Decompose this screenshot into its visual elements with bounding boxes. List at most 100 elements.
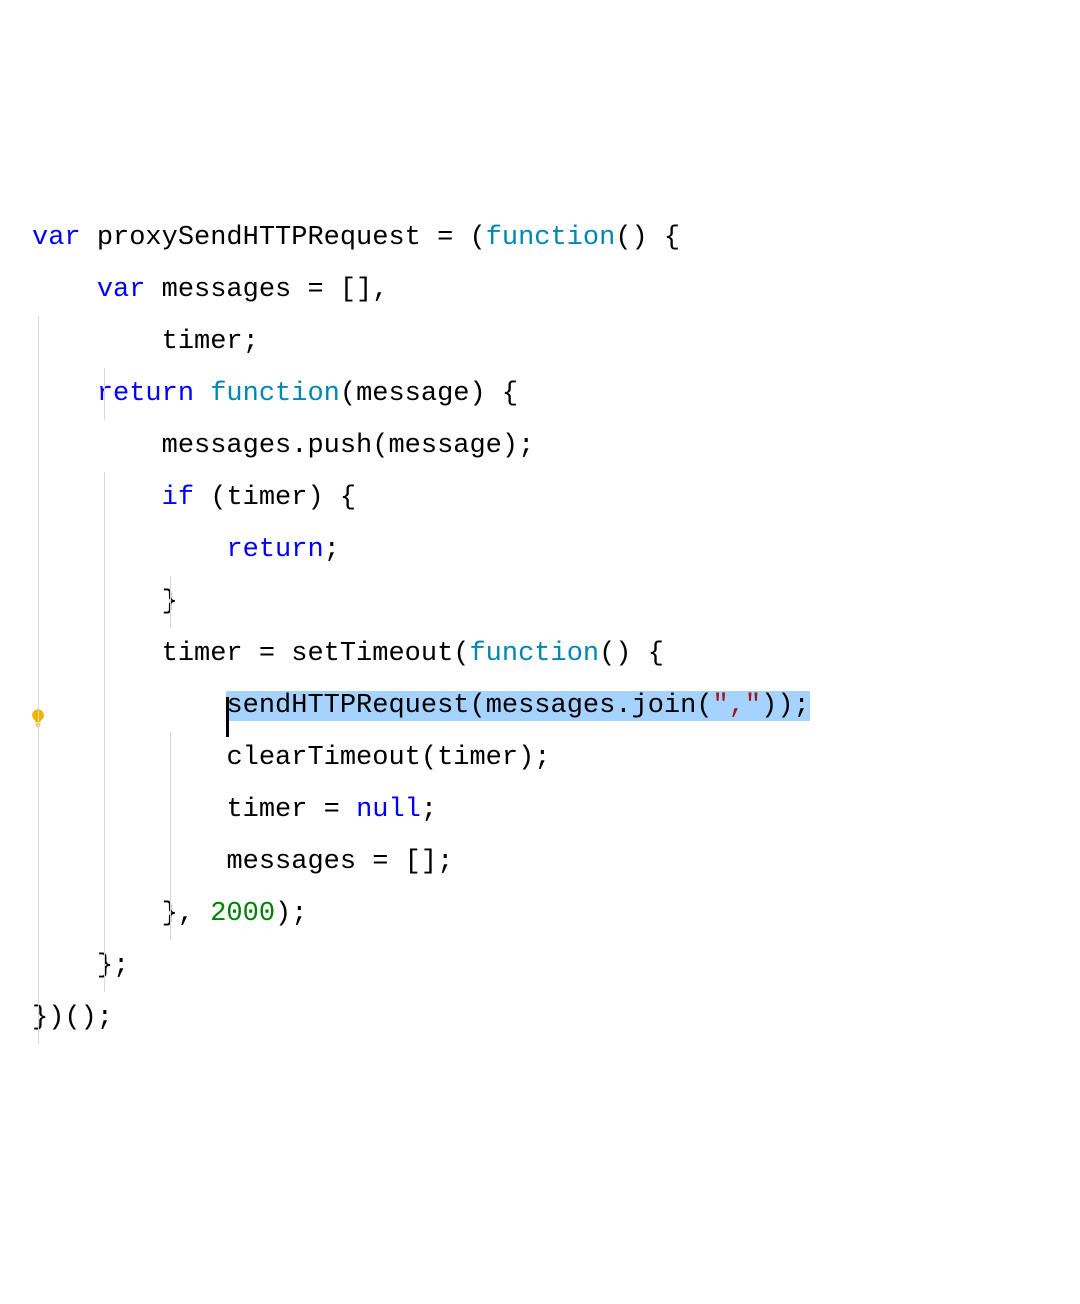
code-line[interactable]: timer; <box>18 316 810 368</box>
selection: sendHTTPRequest(messages.join(",")); <box>226 691 809 721</box>
token-pn: ( <box>372 431 388 461</box>
code-line[interactable]: })(); <box>18 992 810 1044</box>
indent-space <box>32 587 162 617</box>
token-str: "," <box>713 691 762 721</box>
token-id: message <box>356 379 469 409</box>
indent-guide <box>170 576 171 628</box>
code-line[interactable]: timer = null; <box>18 784 810 836</box>
indent-space <box>32 951 97 981</box>
code-area[interactable]: var proxySendHTTPRequest = (function() {… <box>18 212 810 1044</box>
indent-space <box>32 379 97 409</box>
token-pn <box>307 795 323 825</box>
text-caret <box>226 697 229 737</box>
indent-space <box>32 483 162 513</box>
indent-guide <box>104 628 105 680</box>
token-pn <box>194 899 210 929</box>
token-pn: ; <box>324 535 340 565</box>
indent-guide <box>38 316 39 368</box>
indent-space <box>32 327 162 357</box>
token-pn: ); <box>275 899 307 929</box>
indent-guide <box>38 368 39 420</box>
indent-guide <box>38 420 39 472</box>
token-pn <box>291 275 307 305</box>
code-line[interactable]: messages = []; <box>18 836 810 888</box>
indent-space <box>32 431 162 461</box>
token-id: message <box>388 431 501 461</box>
indent-guide <box>104 888 105 940</box>
token-pn: ( <box>340 379 356 409</box>
code-line[interactable]: }; <box>18 940 810 992</box>
token-pn: )); <box>761 691 810 721</box>
code-line[interactable]: } <box>18 576 810 628</box>
token-pn: ( <box>469 223 485 253</box>
token-id: clearTimeout <box>226 743 420 773</box>
token-id: messages <box>486 691 616 721</box>
token-id: sendHTTPRequest <box>226 691 469 721</box>
token-pn <box>632 639 648 669</box>
indent-guide <box>170 784 171 836</box>
code-line[interactable]: var messages = [], <box>18 264 810 316</box>
token-pn <box>486 379 502 409</box>
indent-guide <box>104 576 105 628</box>
token-pn: { <box>648 639 664 669</box>
token-id: proxySendHTTPRequest <box>97 223 421 253</box>
code-editor[interactable]: var proxySendHTTPRequest = (function() {… <box>0 212 1080 1044</box>
code-line[interactable]: var proxySendHTTPRequest = (function() { <box>18 212 810 264</box>
indent-guide <box>38 576 39 628</box>
token-pn: ); <box>502 431 534 461</box>
indent-guide <box>38 524 39 576</box>
token-id: timer <box>437 743 518 773</box>
code-line[interactable]: clearTimeout(timer); <box>18 732 810 784</box>
indent-guide <box>104 732 105 784</box>
token-pn: { <box>340 483 356 513</box>
token-id: push <box>307 431 372 461</box>
indent-guide <box>104 368 105 420</box>
indent-space <box>32 275 97 305</box>
code-line[interactable]: if (timer) { <box>18 472 810 524</box>
code-line[interactable]: sendHTTPRequest(messages.join(",")); <box>18 680 810 732</box>
token-pn: }, <box>162 899 194 929</box>
token-num: 2000 <box>210 899 275 929</box>
token-pn: { <box>664 223 680 253</box>
indent-guide <box>38 940 39 992</box>
token-pn <box>648 223 664 253</box>
code-line[interactable]: return; <box>18 524 810 576</box>
indent-guide <box>104 524 105 576</box>
indent-space <box>32 535 226 565</box>
token-kw: var <box>32 223 81 253</box>
token-pn: ; <box>421 795 437 825</box>
token-pn: ; <box>243 327 259 357</box>
token-kw: return <box>226 535 323 565</box>
indent-guide <box>38 992 39 1044</box>
indent-space <box>32 639 162 669</box>
token-pn: = <box>437 223 453 253</box>
indent-space <box>32 691 226 721</box>
token-pn <box>324 275 340 305</box>
token-id: join <box>632 691 697 721</box>
token-pn <box>388 847 404 877</box>
indent-guide <box>38 836 39 888</box>
token-pn: () <box>615 223 647 253</box>
indent-guide <box>104 940 105 992</box>
code-line[interactable]: return function(message) { <box>18 368 810 420</box>
token-pn <box>356 847 372 877</box>
token-pn: ( <box>469 691 485 721</box>
token-id: setTimeout <box>291 639 453 669</box>
token-pn: [], <box>340 275 389 305</box>
token-pn: = <box>372 847 388 877</box>
indent-guide <box>104 836 105 888</box>
token-id: messages <box>162 275 292 305</box>
code-line[interactable]: }, 2000); <box>18 888 810 940</box>
indent-guide <box>170 836 171 888</box>
indent-guide <box>38 472 39 524</box>
code-line[interactable]: messages.push(message); <box>18 420 810 472</box>
indent-guide <box>38 784 39 836</box>
token-pn <box>324 483 340 513</box>
indent-guide <box>170 888 171 940</box>
token-pn: ); <box>518 743 550 773</box>
code-line[interactable]: timer = setTimeout(function() { <box>18 628 810 680</box>
token-pn <box>243 639 259 669</box>
token-pn: { <box>502 379 518 409</box>
token-fn: function <box>486 223 616 253</box>
indent-space <box>32 847 226 877</box>
